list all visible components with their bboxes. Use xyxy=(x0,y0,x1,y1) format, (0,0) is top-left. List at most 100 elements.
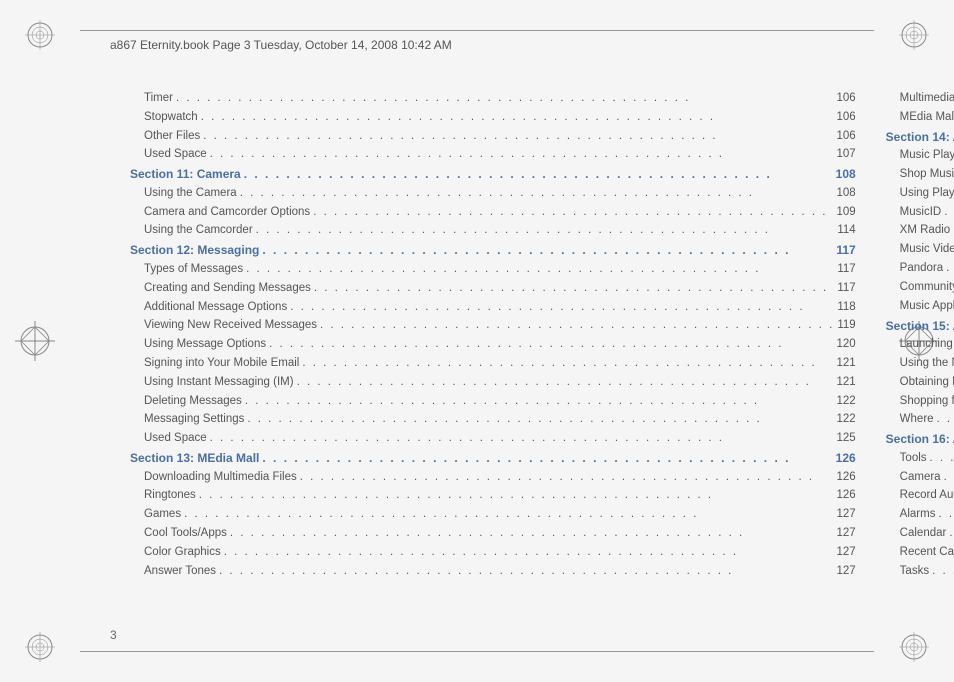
crop-mark-icon xyxy=(899,632,929,662)
toc-entry: Using the Navigator . . . . . . . . . . … xyxy=(886,355,954,373)
footer-rule xyxy=(80,651,874,652)
toc-entry: Used Space . . . . . . . . . . . . . . .… xyxy=(130,146,856,164)
toc-label: Color Graphics xyxy=(144,544,221,562)
toc-entry: Using the Camcorder . . . . . . . . . . … xyxy=(130,222,856,240)
crop-mark-icon xyxy=(899,20,929,50)
toc-section-heading: Section 11: Camera . . . . . . . . . . .… xyxy=(130,165,856,184)
toc-label: Record Audio xyxy=(900,487,954,505)
toc-leader-dots: . . . . . . . . . . . . . . . . . . . . … xyxy=(262,241,833,260)
toc-entry: Multimedia Store . . . . . . . . . . . .… xyxy=(886,90,954,108)
toc-leader-dots: . . . . . . . . . . . . . . . . . . . . … xyxy=(246,261,834,279)
toc-leader-dots: . . . . . . . . . . . . . . . . . . . . … xyxy=(199,487,834,505)
toc-page-number: 122 xyxy=(836,411,855,429)
toc-section-heading: Section 14: AT&T Music . . . . . . . . .… xyxy=(886,128,954,147)
toc-label: Section 12: Messaging xyxy=(130,241,259,260)
toc-entry: Additional Message Options . . . . . . .… xyxy=(130,299,856,317)
toc-page-number: 126 xyxy=(836,469,855,487)
toc-entry: Where . . . . . . . . . . . . . . . . . … xyxy=(886,411,954,429)
toc-entry: Signing into Your Mobile Email . . . . .… xyxy=(130,355,856,373)
toc-label: Viewing New Received Messages xyxy=(144,317,317,335)
toc-leader-dots: . . . . . . . . . . . . . . . . . . . . … xyxy=(944,469,954,487)
toc-leader-dots: . . . . . . . . . . . . . . . . . . . . … xyxy=(244,165,833,184)
toc-leader-dots: . . . . . . . . . . . . . . . . . . . . … xyxy=(320,317,834,335)
toc-leader-dots: . . . . . . . . . . . . . . . . . . . . … xyxy=(938,506,954,524)
toc-leader-dots: . . . . . . . . . . . . . . . . . . . . … xyxy=(314,280,834,298)
toc-leader-dots: . . . . . . . . . . . . . . . . . . . . … xyxy=(245,393,834,411)
toc-label: Music Player xyxy=(900,147,954,165)
toc-label: Types of Messages xyxy=(144,261,243,279)
toc-leader-dots: . . . . . . . . . . . . . . . . . . . . … xyxy=(201,109,834,127)
toc-leader-dots: . . . . . . . . . . . . . . . . . . . . … xyxy=(297,374,834,392)
toc-entry: Games . . . . . . . . . . . . . . . . . … xyxy=(130,506,856,524)
toc-label: Messaging Settings xyxy=(144,411,244,429)
toc-label: Section 11: Camera xyxy=(130,165,241,184)
crop-mark-icon xyxy=(25,20,55,50)
toc-entry: Stopwatch . . . . . . . . . . . . . . . … xyxy=(130,109,856,127)
toc-content: Timer . . . . . . . . . . . . . . . . . … xyxy=(130,90,894,612)
crop-mark-icon xyxy=(15,321,55,361)
toc-entry: Deleting Messages . . . . . . . . . . . … xyxy=(130,393,856,411)
toc-label: Where xyxy=(900,411,934,429)
toc-entry: Using the Camera . . . . . . . . . . . .… xyxy=(130,185,856,203)
toc-label: Tools xyxy=(900,450,927,468)
toc-entry: Calendar . . . . . . . . . . . . . . . .… xyxy=(886,525,954,543)
toc-page-number: 114 xyxy=(837,222,855,240)
toc-label: Using the Camera xyxy=(144,185,237,203)
toc-label: Section 14: AT&T Music xyxy=(886,128,954,147)
toc-page-number: 106 xyxy=(836,128,855,146)
toc-page-number: 127 xyxy=(836,563,855,581)
toc-page-number: 117 xyxy=(836,241,855,260)
toc-label: Ringtones xyxy=(144,487,196,505)
toc-section-heading: Section 15: AT&T GPS . . . . . . . . . .… xyxy=(886,317,954,336)
toc-entry: Types of Messages . . . . . . . . . . . … xyxy=(130,261,856,279)
toc-label: Section 16: Applications xyxy=(886,430,954,449)
toc-entry: Shopping for GPS Applications . . . . . … xyxy=(886,393,954,411)
toc-label: Section 15: AT&T GPS xyxy=(886,317,954,336)
toc-page-number: 107 xyxy=(836,146,855,164)
toc-leader-dots: . . . . . . . . . . . . . . . . . . . . … xyxy=(313,204,833,222)
toc-leader-dots: . . . . . . . . . . . . . . . . . . . . … xyxy=(240,185,834,203)
toc-page-number: 127 xyxy=(836,544,855,562)
toc-label: Section 13: MEdia Mall xyxy=(130,449,259,468)
toc-entry: Alarms . . . . . . . . . . . . . . . . .… xyxy=(886,506,954,524)
toc-label: Deleting Messages xyxy=(144,393,242,411)
toc-section-heading: Section 12: Messaging . . . . . . . . . … xyxy=(130,241,856,260)
toc-entry: Camera and Camcorder Options . . . . . .… xyxy=(130,204,856,222)
toc-leader-dots: . . . . . . . . . . . . . . . . . . . . … xyxy=(949,525,954,543)
toc-column-left: Timer . . . . . . . . . . . . . . . . . … xyxy=(130,90,856,612)
toc-page-number: 118 xyxy=(837,299,855,317)
toc-leader-dots: . . . . . . . . . . . . . . . . . . . . … xyxy=(930,450,954,468)
toc-page-number: 126 xyxy=(836,487,855,505)
toc-label: Shop Music xyxy=(900,166,954,184)
toc-entry: Record Audio . . . . . . . . . . . . . .… xyxy=(886,487,954,505)
toc-label: Alarms xyxy=(900,506,936,524)
toc-label: Community xyxy=(900,279,954,297)
toc-label: Creating and Sending Messages xyxy=(144,280,311,298)
toc-label: Signing into Your Mobile Email xyxy=(144,355,299,373)
toc-entry: Color Graphics . . . . . . . . . . . . .… xyxy=(130,544,856,562)
toc-page-number: 106 xyxy=(836,109,855,127)
toc-page-number: 126 xyxy=(836,449,856,468)
toc-label: Used Space xyxy=(144,430,207,448)
toc-page-number: 108 xyxy=(836,165,856,184)
toc-leader-dots: . . . . . . . . . . . . . . . . . . . . … xyxy=(230,525,834,543)
toc-leader-dots: . . . . . . . . . . . . . . . . . . . . … xyxy=(210,430,834,448)
toc-leader-dots: . . . . . . . . . . . . . . . . . . . . … xyxy=(219,563,833,581)
toc-label: Shopping for GPS Applications xyxy=(900,393,954,411)
toc-label: XM Radio xyxy=(900,222,951,240)
toc-entry: Community . . . . . . . . . . . . . . . … xyxy=(886,279,954,297)
toc-leader-dots: . . . . . . . . . . . . . . . . . . . . … xyxy=(256,222,835,240)
toc-label: Obtaining Driving Directions xyxy=(900,374,954,392)
toc-page-number: 109 xyxy=(836,204,855,222)
toc-label: Answer Tones xyxy=(144,563,216,581)
toc-label: Using the Navigator xyxy=(900,355,954,373)
toc-entry: Pandora . . . . . . . . . . . . . . . . … xyxy=(886,260,954,278)
toc-section-heading: Section 16: Applications . . . . . . . .… xyxy=(886,430,954,449)
toc-page-number: 127 xyxy=(836,506,855,524)
toc-label: Using Playlists xyxy=(900,185,954,203)
toc-label: Using Message Options xyxy=(144,336,266,354)
toc-column-right: Multimedia Store . . . . . . . . . . . .… xyxy=(886,90,954,612)
toc-leader-dots: . . . . . . . . . . . . . . . . . . . . … xyxy=(946,260,954,278)
toc-entry: Messaging Settings . . . . . . . . . . .… xyxy=(130,411,856,429)
toc-entry: Shop Music . . . . . . . . . . . . . . .… xyxy=(886,166,954,184)
